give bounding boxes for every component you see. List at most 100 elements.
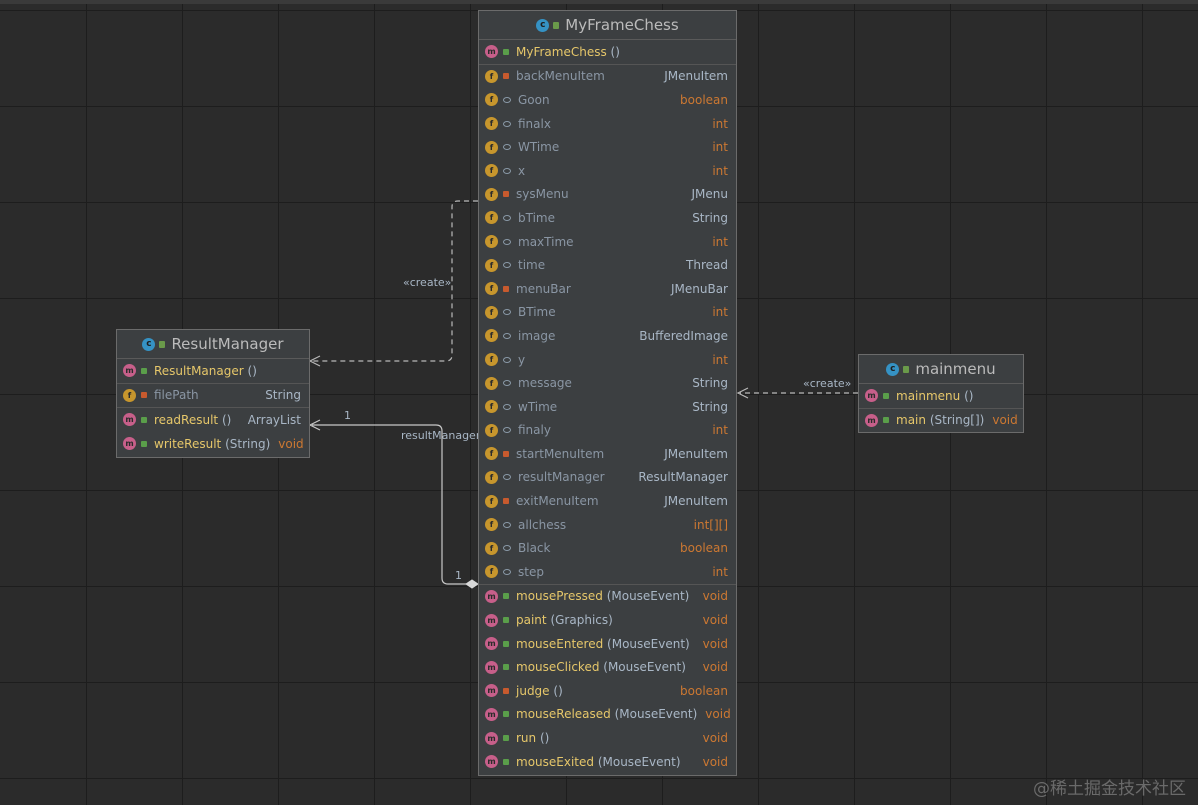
field-row[interactable]: f allchess int[][] — [479, 513, 736, 537]
method-icon: m — [485, 684, 498, 698]
field-row[interactable]: f y int — [479, 348, 736, 372]
method-row[interactable]: m main (String[]) void — [859, 409, 1023, 433]
field-name: maxTime — [518, 234, 574, 249]
field-row[interactable]: f image BufferedImage — [479, 324, 736, 348]
class-myframechess[interactable]: c MyFrameChess m MyFrameChess () f backMe… — [478, 10, 737, 776]
field-icon: f — [485, 305, 498, 319]
lock-icon — [159, 340, 166, 348]
field-row[interactable]: f sysMenu JMenu — [479, 183, 736, 207]
field-row[interactable]: f step int — [479, 560, 736, 584]
field-icon: f — [485, 565, 498, 579]
class-mainmenu[interactable]: c mainmenu m mainmenu () m main (String[]… — [858, 354, 1024, 433]
field-row[interactable]: f exitMenuItem JMenuItem — [479, 489, 736, 513]
public-icon — [141, 416, 147, 423]
constructor-row[interactable]: m ResultManager () — [117, 359, 309, 383]
private-icon — [503, 450, 509, 457]
field-row[interactable]: f filePath String — [117, 384, 309, 408]
watermark: @稀土掘金技术社区 — [1033, 779, 1186, 799]
field-row[interactable]: f backMenuItem JMenuItem — [479, 65, 736, 89]
method-row[interactable]: m mouseEntered (MouseEvent) void — [479, 632, 736, 656]
class-title: MyFrameChess — [565, 16, 679, 34]
field-type: int — [712, 140, 728, 155]
field-row[interactable]: f maxTime int — [479, 230, 736, 254]
method-row[interactable]: m mousePressed (MouseEvent) void — [479, 585, 736, 609]
field-type: String — [265, 388, 301, 403]
package-private-icon — [503, 309, 511, 316]
package-private-icon — [503, 214, 511, 221]
field-row[interactable]: f resultManager ResultManager — [479, 466, 736, 490]
public-icon — [141, 367, 147, 374]
method-name: mouseEntered (MouseEvent) — [516, 636, 690, 651]
field-row[interactable]: f Black boolean — [479, 536, 736, 560]
method-row[interactable]: m run () void — [479, 726, 736, 750]
multiplicity-bottom: 1 — [455, 569, 462, 582]
method-row[interactable]: m mouseClicked (MouseEvent) void — [479, 655, 736, 679]
constructor-row[interactable]: m mainmenu () — [859, 384, 1023, 408]
package-private-icon — [503, 96, 511, 103]
package-private-icon — [503, 521, 511, 528]
package-private-icon — [503, 120, 511, 127]
field-type: String — [692, 376, 728, 391]
package-private-icon — [503, 545, 511, 552]
field-icon: f — [485, 235, 498, 249]
method-row[interactable]: m mouseExited (MouseEvent) void — [479, 750, 736, 774]
field-row[interactable]: f x int — [479, 159, 736, 183]
field-row[interactable]: f BTime int — [479, 301, 736, 325]
method-row[interactable]: m paint (Graphics) void — [479, 608, 736, 632]
package-private-icon — [503, 332, 511, 339]
field-name: image — [518, 328, 556, 343]
class-header[interactable]: c MyFrameChess — [479, 11, 736, 40]
constructor-row[interactable]: m MyFrameChess () — [479, 40, 736, 64]
composition-diamond — [465, 579, 479, 589]
return-type: void — [278, 436, 304, 451]
fields-section: f filePath String — [117, 384, 309, 409]
class-header[interactable]: c mainmenu — [859, 355, 1023, 384]
field-name: sysMenu — [516, 187, 569, 202]
field-name: bTime — [518, 210, 555, 225]
field-name: exitMenuItem — [516, 494, 599, 509]
class-header[interactable]: c ResultManager — [117, 330, 309, 359]
field-type: JMenuItem — [664, 494, 728, 509]
field-name: y — [518, 352, 526, 367]
class-icon: c — [536, 18, 550, 32]
field-row[interactable]: f menuBar JMenuBar — [479, 277, 736, 301]
package-private-icon — [503, 427, 511, 434]
constructor-section: m ResultManager () — [117, 359, 309, 384]
field-type: String — [692, 210, 728, 225]
multiplicity-top: 1 — [344, 409, 351, 422]
method-row[interactable]: m judge () boolean — [479, 679, 736, 703]
association-line — [312, 424, 466, 585]
field-icon: f — [485, 117, 498, 131]
method-row[interactable]: m writeResult (String) void — [117, 432, 309, 456]
public-icon — [503, 735, 509, 742]
field-type: String — [692, 399, 728, 414]
class-resultmanager[interactable]: c ResultManager m ResultManager () f file… — [116, 329, 310, 458]
field-type: int[][] — [693, 517, 728, 532]
constructor-section: m mainmenu () — [859, 384, 1023, 409]
field-row[interactable]: f message String — [479, 371, 736, 395]
method-icon: m — [485, 707, 498, 721]
field-row[interactable]: f wTime String — [479, 395, 736, 419]
field-row[interactable]: f Goon boolean — [479, 88, 736, 112]
field-name: Goon — [518, 92, 550, 107]
method-row[interactable]: m readResult () ArrayList — [117, 408, 309, 432]
method-name: mouseClicked (MouseEvent) — [516, 660, 686, 675]
field-name: startMenuItem — [516, 446, 605, 461]
field-type: BufferedImage — [639, 328, 728, 343]
method-icon: m — [485, 660, 498, 674]
return-type: void — [702, 613, 728, 628]
methods-section: m mousePressed (MouseEvent) void m paint (Gr… — [479, 585, 736, 774]
method-row[interactable]: m mouseReleased (MouseEvent) void — [479, 703, 736, 727]
field-row[interactable]: f time Thread — [479, 253, 736, 277]
field-row[interactable]: f WTime int — [479, 135, 736, 159]
class-title: mainmenu — [915, 360, 996, 378]
field-row[interactable]: f finaly int — [479, 419, 736, 443]
return-type: void — [702, 731, 728, 746]
return-type: void — [705, 707, 731, 722]
field-type: Thread — [686, 258, 728, 273]
field-row[interactable]: f finalx int — [479, 112, 736, 136]
public-icon — [503, 593, 509, 600]
return-type: boolean — [680, 683, 728, 698]
field-row[interactable]: f startMenuItem JMenuItem — [479, 442, 736, 466]
field-row[interactable]: f bTime String — [479, 206, 736, 230]
